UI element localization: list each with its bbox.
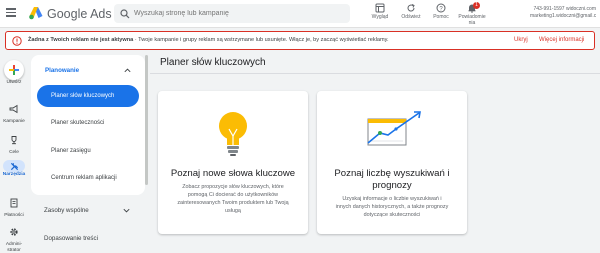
desc-line: pomogą Ci docierać do użytkowników (187, 192, 279, 198)
desc-line: dotyczące skuteczności (363, 212, 421, 218)
nav-shared-library[interactable]: Zasoby wspólne (44, 207, 89, 214)
forecast-title: Poznaj liczbę wyszukiwań i prognozy (317, 168, 467, 192)
goals-label: Cele (9, 150, 19, 155)
rail-campaigns[interactable]: Kampanie (0, 101, 28, 125)
desc-line: Zobacz propozycje słów kluczowych, które (182, 184, 284, 190)
desc-line: zainteresowanych Twoim produktem lub Two… (177, 200, 289, 206)
trend-chart-icon (367, 111, 421, 146)
brand-name: Google Ads (47, 7, 112, 21)
campaigns-label: Kampanie (3, 119, 25, 124)
top-header: Google Ads Wygląd Odśwież ? Pomoc (0, 0, 600, 28)
plus-icon (9, 65, 19, 75)
create-label: Utwórz (6, 80, 22, 85)
alert-bold: Żadna z Twoich reklam nie jest aktywna (28, 37, 134, 43)
subnav-item-reach-planner[interactable]: Planer zasięgu (37, 140, 139, 162)
help-icon: ? (436, 3, 446, 13)
search-box[interactable] (114, 4, 350, 23)
billing-label: Płatności (4, 213, 24, 218)
notifications-label: Powiadomie nia (458, 14, 486, 26)
alert-message: Żadna z Twoich reklam nie jest aktywna ·… (28, 37, 389, 43)
tools-label: Narzędzia (2, 172, 26, 177)
subnav-scrollbar[interactable] (145, 55, 148, 185)
alert-detail: · Twoje kampanie i grupy reklam są wstrz… (133, 37, 389, 43)
account-id: 743-991-1597 widoczni.com (533, 6, 596, 12)
refresh-label: Odśwież (401, 14, 421, 20)
rail-admin[interactable]: Admini-strator (0, 224, 28, 253)
menu-icon[interactable] (6, 8, 16, 17)
title-divider (150, 73, 600, 74)
left-rail: Utwórz Kampanie Cele Narzędzia Płatności… (0, 52, 28, 253)
forecast-card[interactable]: Poznaj liczbę wyszukiwań i prognozy Uzys… (317, 91, 467, 234)
title-line: Poznaj liczbę wyszukiwań i (334, 168, 450, 179)
rail-tools[interactable]: Narzędzia (0, 160, 28, 178)
planning-heading[interactable]: Planowanie (45, 67, 79, 74)
alert-banner: Żadna z Twoich reklam nie jest aktywna ·… (5, 31, 595, 50)
search-icon (120, 8, 130, 18)
error-icon (12, 36, 22, 46)
hide-link[interactable]: Ukryj (514, 37, 528, 43)
appearance-icon (375, 3, 385, 13)
desc-line: Uzyskaj informacje o liczbie wyszukiwań … (342, 196, 442, 202)
appearance-label: Wygląd (371, 14, 389, 20)
help-button[interactable]: ? Pomoc (426, 3, 456, 27)
page-title: Planer słów kluczowych (160, 57, 266, 68)
notification-badge: 1 (473, 2, 480, 9)
admin-label: Admini-strator (5, 242, 23, 253)
rail-goals[interactable]: Cele (0, 132, 28, 156)
discover-keywords-desc: Zobacz propozycje słów kluczowych, które… (166, 183, 300, 215)
rail-billing[interactable]: Płatności (0, 195, 28, 219)
discover-keywords-title: Poznaj nowe słowa kluczowe (170, 168, 296, 179)
desc-line: usługą (225, 208, 241, 214)
billing-icon (10, 198, 18, 208)
title-line: prognozy (372, 180, 412, 191)
account-info[interactable]: 743-991-1597 widoczni.com marketing1.wid… (530, 6, 596, 20)
discover-keywords-card[interactable]: Poznaj nowe słowa kluczowe Zobacz propoz… (158, 91, 308, 234)
more-info-link[interactable]: Więcej informacji (539, 37, 584, 43)
account-email: marketing1.widoczni@gmail.c... (530, 13, 596, 19)
desc-line: innych danych historycznych, a także pro… (335, 204, 449, 210)
appearance-button[interactable]: Wygląd (365, 3, 395, 27)
refresh-button[interactable]: Odśwież (396, 3, 426, 27)
notifications-button[interactable]: 1 Powiadomie nia (456, 2, 488, 27)
search-input[interactable] (134, 10, 334, 17)
chevron-up-icon[interactable] (123, 66, 132, 75)
subnav-item-keyword-planner[interactable]: Planer słów kluczowych (37, 85, 139, 107)
trophy-icon (11, 136, 17, 145)
subnav-item-performance-planner[interactable]: Planer skuteczności (37, 112, 139, 134)
forecast-desc: Uzyskaj informacje o liczbie wyszukiwań … (325, 195, 459, 219)
gear-icon (10, 228, 18, 236)
refresh-icon (407, 4, 415, 12)
nav-content-suitability[interactable]: Dopasowanie treści (44, 235, 98, 242)
tools-icon (10, 162, 18, 170)
google-ads-logo-icon (29, 7, 43, 20)
planning-subnav: Planowanie Planer słów kluczowych Planer… (31, 55, 145, 195)
lightbulb-icon (219, 112, 247, 156)
create-button[interactable]: Utwórz (0, 60, 28, 86)
help-label: Pomoc (433, 14, 449, 20)
megaphone-icon (9, 104, 18, 114)
chevron-down-icon[interactable] (122, 206, 131, 215)
subnav-item-app-ads-hub[interactable]: Centrum reklam aplikacji (37, 167, 139, 189)
